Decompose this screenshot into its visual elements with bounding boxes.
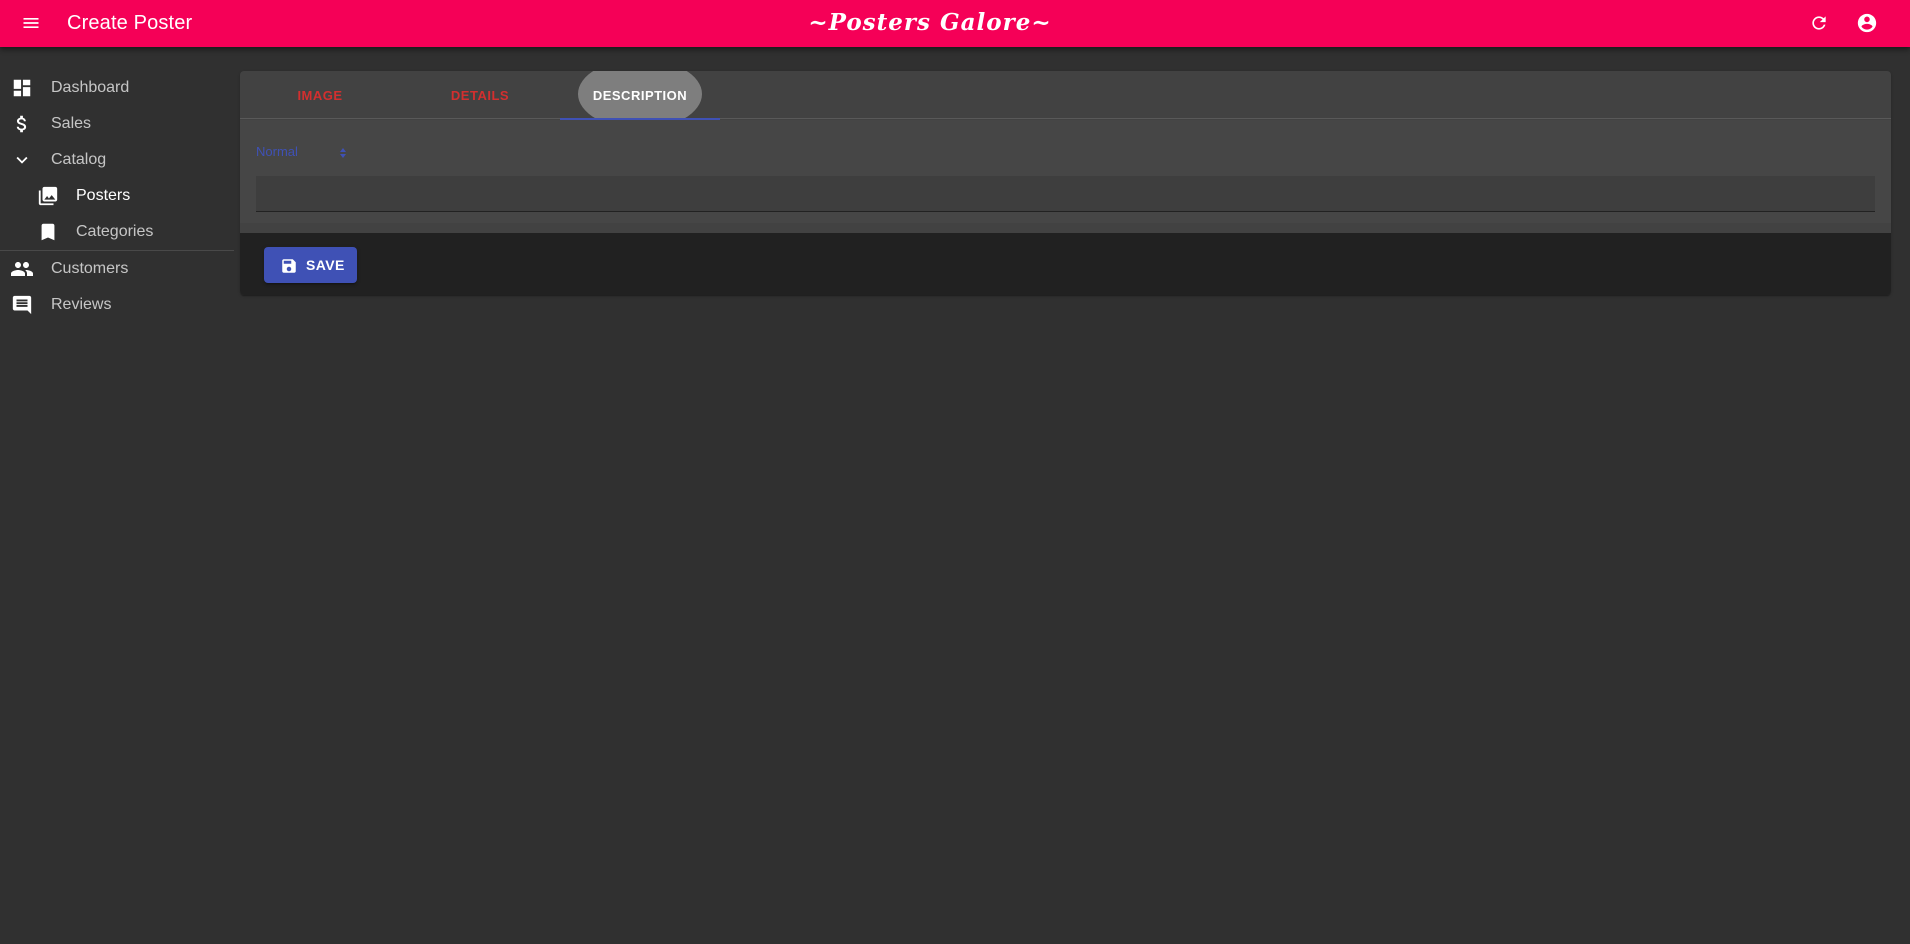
tab-label: Details [450, 87, 510, 103]
dollar-icon [10, 112, 34, 136]
chevron-down-icon [10, 148, 34, 172]
collections-icon [36, 184, 60, 208]
tab-label: Description [592, 87, 688, 103]
sidebar-item-categories[interactable]: Categories [0, 214, 234, 250]
brand-logo: ~Posters Galore~ [808, 9, 1052, 36]
bookmark-icon [36, 220, 60, 244]
tab-label: Image [297, 87, 343, 103]
create-poster-form: Image Details Description Normal Sa [240, 71, 1891, 295]
account-icon [1857, 13, 1877, 33]
sidebar-item-label: Categories [76, 223, 154, 240]
sidebar-item-catalog[interactable]: Catalog [0, 142, 234, 178]
header-format-value: Normal [256, 144, 298, 159]
sidebar-menu: Dashboard Sales Catalog Posters Categori… [0, 70, 234, 323]
save-button[interactable]: Save [264, 247, 357, 283]
comment-icon [10, 293, 34, 317]
save-icon [282, 259, 296, 273]
tab-description[interactable]: Description [560, 71, 720, 129]
sidebar-item-label: Sales [51, 115, 92, 132]
rich-text-editor: Normal [240, 120, 1891, 223]
sidebar-item-label: Catalog [51, 151, 107, 168]
sidebar-item-label: Dashboard [51, 79, 130, 96]
description-editor-content[interactable] [256, 176, 1875, 212]
editor-toolbar: Normal [256, 143, 352, 163]
form-tabs: Image Details Description [240, 71, 1891, 129]
sidebar-item-label: Customers [51, 260, 129, 277]
tab-image[interactable]: Image [240, 71, 400, 119]
refresh-button[interactable] [1804, 8, 1834, 38]
app-bar: Create Poster ~Posters Galore~ [0, 0, 1910, 47]
form-toolbar: Save [240, 233, 1891, 295]
dashboard-icon [10, 76, 34, 100]
sidebar-item-label: Posters [76, 187, 131, 204]
tab-details[interactable]: Details [400, 71, 560, 119]
sidebar-item-reviews[interactable]: Reviews [0, 287, 234, 323]
header-format-select[interactable]: Normal [256, 144, 352, 162]
sidebar-item-sales[interactable]: Sales [0, 106, 234, 142]
refresh-icon [1812, 16, 1826, 30]
sidebar-item-label: Reviews [51, 296, 112, 313]
sidebar-item-customers[interactable]: Customers [0, 251, 234, 287]
sidebar-item-posters[interactable]: Posters [0, 178, 234, 214]
sidebar-item-dashboard[interactable]: Dashboard [0, 70, 234, 106]
save-button-label: Save [306, 257, 345, 273]
people-icon [10, 257, 34, 281]
select-arrows-icon [340, 148, 346, 158]
account-button[interactable] [1852, 8, 1882, 38]
